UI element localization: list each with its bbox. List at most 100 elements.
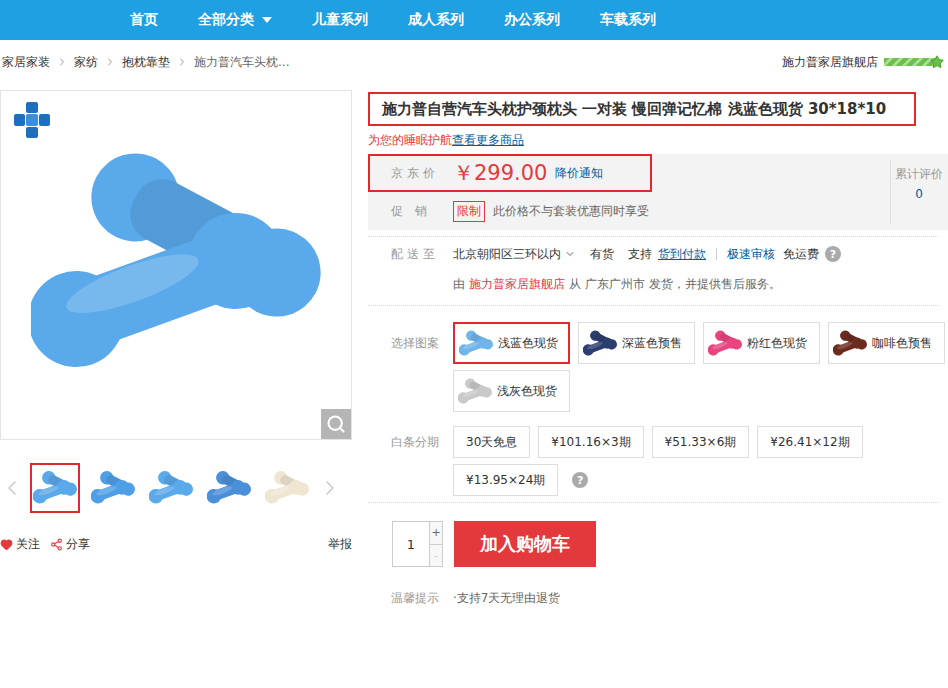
more-products-link[interactable]: 查看更多商品 [452, 133, 524, 147]
next-button[interactable] [318, 473, 342, 503]
plus-button[interactable]: + [430, 522, 442, 544]
installment-option[interactable]: ¥51.33×6期 [652, 426, 750, 458]
nav-bar: 首页 全部分类 儿童系列 成人系列 办公系列 车载系列 [0, 0, 948, 40]
seller-suffix: 从 广东广州市 发货，并提供售后服务。 [569, 276, 781, 293]
logo-icon [13, 101, 51, 139]
add-to-cart-button[interactable]: 加入购物车 [454, 521, 596, 567]
pillow-picture [31, 150, 321, 380]
quantity: 1+- [392, 521, 443, 567]
store-name[interactable]: 施力普家居旗舰店 [782, 54, 878, 71]
gallery-actions: 关注分享 举报 [0, 536, 352, 553]
pattern-option[interactable]: 浅灰色现货 [453, 370, 570, 412]
service-link[interactable]: 货到付款 [658, 246, 706, 263]
zoom-button[interactable] [321, 409, 351, 439]
tip-text: ·支持7天无理由退货 [453, 590, 560, 607]
reviews-label: 累计评价 [895, 166, 943, 183]
chevron-right-icon [104, 56, 116, 68]
pillow-picture [708, 330, 742, 357]
reviews-count: 0 [895, 187, 943, 201]
nav-item[interactable]: 成人系列 [408, 11, 464, 29]
separator [716, 248, 717, 260]
breadcrumb-item[interactable]: 家纺 [74, 54, 98, 71]
thumbnails [30, 463, 312, 513]
chevron-right-icon [318, 473, 342, 503]
chevron-down-icon [564, 248, 576, 260]
help-icon[interactable]: ? [572, 472, 588, 488]
area-select[interactable]: 北京朝阳区三环以内 [453, 246, 576, 263]
nav-item[interactable]: 车载系列 [600, 11, 656, 29]
follow-button[interactable]: 关注 [0, 536, 40, 553]
support: 支持 [628, 246, 652, 263]
help-icon[interactable]: ? [825, 246, 841, 262]
breadcrumb-item[interactable]: 抱枕靠垫 [122, 54, 170, 71]
main-image [0, 90, 352, 440]
pillow-picture [91, 470, 135, 506]
magnifier-icon [326, 414, 346, 434]
thumbnail[interactable] [204, 463, 254, 513]
breadcrumb-item[interactable]: 家居家装 [2, 54, 50, 71]
seller-link[interactable]: 施力普家居旗舰店 [469, 276, 565, 293]
nav-item[interactable]: 首页 [130, 11, 158, 29]
pillow-picture [265, 470, 309, 506]
pillow-picture [583, 330, 617, 357]
promotion-label: 促 销 [391, 203, 453, 220]
pattern-section: 选择图案浅蓝色现货深蓝色预售粉红色现货咖啡色预售浅灰色现货 [368, 322, 948, 412]
quantity-input[interactable]: 1 [393, 522, 429, 566]
store-info: 施力普家居旗舰店 [782, 54, 948, 71]
chevron-right-icon [176, 56, 188, 68]
price-section: 京 东 价￥299.00降价通知促 销限制此价格不与套装优惠同时享受累计评价0 [368, 154, 948, 230]
tip-row: 温馨提示·支持7天无理由退货 [368, 583, 948, 613]
pillow-picture [149, 470, 193, 506]
report-button[interactable]: 举报 [328, 536, 352, 553]
pattern-option[interactable]: 浅蓝色现货 [453, 322, 570, 364]
pattern-option[interactable]: 深蓝色预售 [578, 322, 695, 364]
reviews[interactable]: 累计评价 0 [890, 160, 947, 224]
promotion-text: 此价格不与套装优惠同时享受 [493, 203, 649, 220]
installment-option[interactable]: ¥13.95×24期 [453, 464, 558, 496]
delivery-row: 配 送 至北京朝阳区三环以内有货支持货到付款 极速审核免运费? [368, 239, 948, 269]
thumbnail[interactable] [30, 463, 80, 513]
service-link[interactable]: 极速审核 [727, 246, 775, 263]
store-meter-fill [884, 58, 936, 66]
slogan: 为您的睡眠护航查看更多商品 [368, 132, 948, 149]
chevron-left-icon [0, 473, 24, 503]
thumbnail[interactable] [262, 463, 312, 513]
thumbnail[interactable] [146, 463, 196, 513]
minus-button[interactable]: - [430, 544, 442, 567]
seller-prefix: 由 [453, 276, 465, 293]
divider [368, 502, 938, 503]
nav-item[interactable]: 儿童系列 [312, 11, 368, 29]
installment-section: 白条分期30天免息¥101.16×3期¥51.33×6期¥26.41×12期¥1… [368, 426, 948, 496]
seller-row: 由施力普家居旗舰店从 广东广州市 发货，并提供售后服务。 [368, 269, 948, 299]
pattern-option[interactable]: 粉红色现货 [703, 322, 820, 364]
buy-row: 1+-加入购物车 [368, 521, 948, 567]
pillow-picture [207, 470, 251, 506]
shipping: 免运费 [783, 246, 819, 263]
stock: 有货 [590, 246, 614, 263]
breadcrumb: 家居家装 家纺 抱枕靠垫 施力普汽车头枕... [2, 54, 289, 71]
quantity-buttons: +- [429, 522, 442, 566]
pillow-picture [33, 470, 77, 506]
tip-label: 温馨提示 [391, 590, 453, 607]
share-icon [50, 538, 63, 551]
installment-option[interactable]: ¥101.16×3期 [538, 426, 643, 458]
divider [368, 236, 938, 237]
nav-item[interactable]: 全部分类 [198, 11, 272, 29]
price-left: 京 东 价￥299.00降价通知促 销限制此价格不与套装优惠同时享受 [368, 154, 890, 230]
share-button[interactable]: 分享 [50, 536, 90, 553]
thumbnail[interactable] [88, 463, 138, 513]
installment-option[interactable]: ¥26.41×12期 [757, 426, 862, 458]
price-alert-link[interactable]: 降价通知 [555, 165, 603, 182]
breadcrumb-bar: 家居家装 家纺 抱枕靠垫 施力普汽车头枕... 施力普家居旗舰店 [0, 40, 948, 84]
nav-item[interactable]: 办公系列 [504, 11, 560, 29]
price-row: 京 东 价￥299.00降价通知 [368, 154, 652, 192]
store-meter [884, 58, 936, 66]
product-title: 施力普自营汽车头枕护颈枕头 一对装 慢回弹记忆棉 浅蓝色现货 30*18*10 [368, 92, 916, 126]
previous-button[interactable] [0, 473, 24, 503]
pattern-option[interactable]: 咖啡色预售 [828, 322, 945, 364]
pillow-picture [833, 330, 867, 357]
heart-icon [0, 538, 13, 551]
breadcrumb-item[interactable]: 施力普汽车头枕... [194, 54, 289, 71]
delivery-label: 配 送 至 [391, 246, 453, 263]
installment-option[interactable]: 30天免息 [453, 426, 530, 458]
